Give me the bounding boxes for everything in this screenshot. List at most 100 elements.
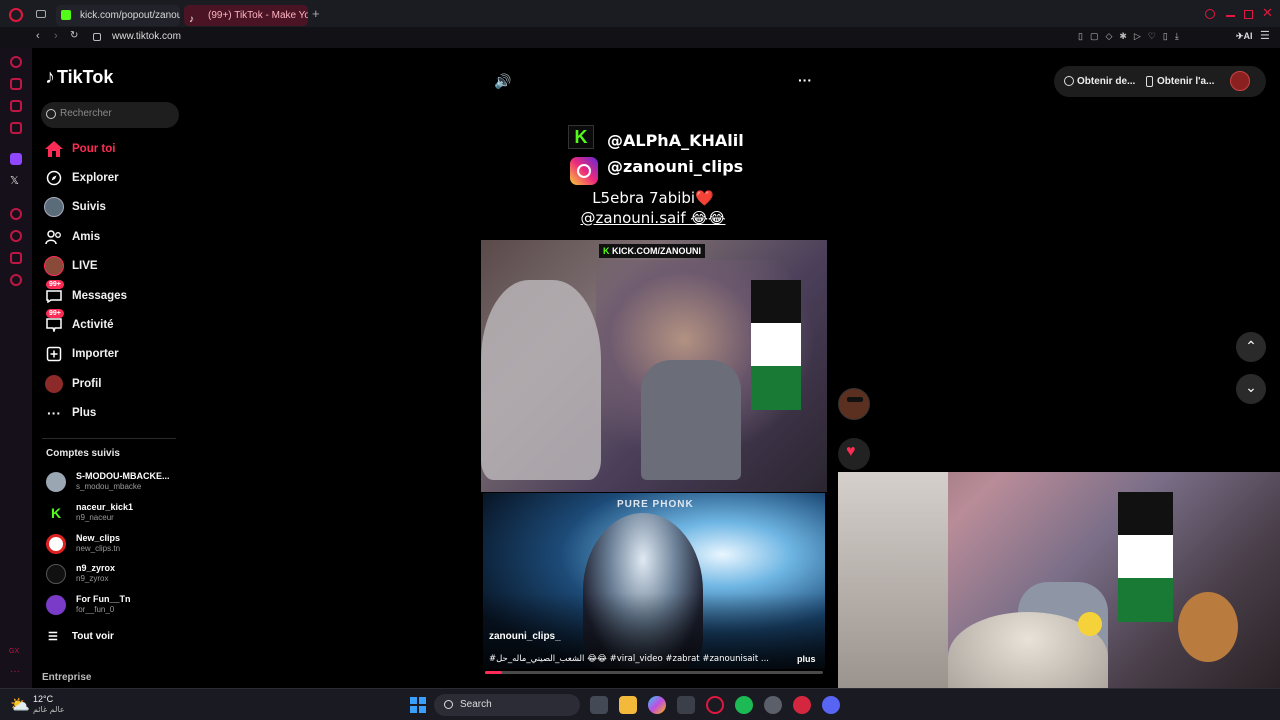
weather-icon[interactable]: ⛅ <box>10 695 30 715</box>
creator-avatar[interactable] <box>838 388 870 420</box>
nav-messages[interactable]: 99+ Messages <box>42 280 192 310</box>
address-bar: ‹ › ↻ www.tiktok.com ▯▢◇✱▷♡▯⤓ ✈AI ☰ <box>0 27 1280 48</box>
get-coins-button[interactable]: Obtenir de... <box>1064 71 1135 91</box>
company-link[interactable]: Entreprise <box>42 672 91 683</box>
like-button[interactable]: ♥ <box>838 438 870 470</box>
caption-line-1: L5ebra 7abibi❤️ <box>592 189 714 207</box>
next-video-button[interactable]: ⌄ <box>1236 374 1266 404</box>
home-icon <box>42 137 66 161</box>
following-item[interactable]: New_clips new_clips.tn <box>44 530 194 558</box>
nav-pour-toi[interactable]: Pour toi <box>42 135 192 163</box>
nav-suivis[interactable]: Suivis <box>42 193 192 221</box>
overlay-handle-instagram: @zanouni_clips <box>607 157 744 176</box>
aria-icon[interactable] <box>10 56 22 68</box>
progress-bar[interactable] <box>485 671 823 674</box>
following-handle: new_clips.tn <box>76 544 121 553</box>
following-handle: for__fun_0 <box>76 605 115 614</box>
ai-button[interactable]: ✈AI <box>1236 31 1253 42</box>
more-dots-icon[interactable]: ··· <box>10 666 20 677</box>
file-explorer-icon[interactable] <box>619 696 637 714</box>
kick-avatar-icon: K <box>46 503 66 523</box>
task-view-icon[interactable] <box>590 696 608 714</box>
windows-start-icon[interactable] <box>410 697 426 713</box>
new-tab-icon[interactable]: + <box>312 6 320 21</box>
get-app-button[interactable]: Obtenir l'a... <box>1146 71 1214 91</box>
flag-graphic <box>751 280 801 410</box>
chevron-down-icon: ⌄ <box>1245 379 1257 395</box>
nav-activite[interactable]: 99+ Activité <box>42 309 192 339</box>
browser-tab-bar: kick.com/popout/zanouni/ ♪ (99+) TikTok … <box>0 0 1280 30</box>
back-icon[interactable]: ‹ <box>36 30 40 42</box>
search-input[interactable]: Rechercher <box>41 102 179 128</box>
gaming-chair <box>641 360 741 480</box>
following-item[interactable]: n9_zyrox n9_zyrox <box>44 560 194 588</box>
search-placeholder: Rechercher <box>60 108 112 119</box>
settings-icon[interactable] <box>10 274 22 286</box>
menu-icon[interactable]: ☰ <box>1260 29 1270 42</box>
opera-logo-icon[interactable] <box>9 8 23 22</box>
tab-kick[interactable]: kick.com/popout/zanouni/ <box>56 5 180 26</box>
spotify-icon[interactable] <box>735 696 753 714</box>
nav-label: Profil <box>72 378 102 390</box>
bag-icon[interactable] <box>10 78 22 90</box>
maximize-icon[interactable] <box>1244 10 1253 19</box>
store-icon[interactable] <box>677 696 695 714</box>
previous-video-button[interactable]: ⌃ <box>1236 332 1266 362</box>
reload-icon[interactable]: ↻ <box>70 30 78 41</box>
nav-profil[interactable]: Profil <box>42 370 192 398</box>
history-icon[interactable] <box>10 230 22 242</box>
copilot-icon[interactable] <box>648 696 666 714</box>
nav-live[interactable]: LIVE <box>42 252 192 280</box>
get-coins-label: Obtenir de... <box>1077 75 1136 87</box>
tab-tiktok[interactable]: ♪ (99+) TikTok - Make Yo <box>184 5 308 26</box>
nav-amis[interactable]: Amis <box>42 223 192 251</box>
see-all-link[interactable]: ☰ Tout voir <box>48 630 114 643</box>
taskbar-search[interactable]: Search <box>434 694 580 716</box>
coin-icon <box>1064 76 1074 86</box>
forward-icon[interactable]: › <box>54 30 58 42</box>
messenger-icon[interactable] <box>10 100 22 112</box>
x-icon[interactable]: 𝕏 <box>10 174 19 187</box>
video-frame-bottom[interactable]: PURE PHONK zanouni_clips_ #الشعب_الصيني_… <box>483 493 825 669</box>
video-frame-top[interactable]: K KICK.COM/ZANOUNI <box>481 240 827 492</box>
tiktok-logo[interactable]: ♪ TikTok <box>45 66 113 89</box>
nav-label: Amis <box>72 231 101 243</box>
camera-icon[interactable] <box>10 122 22 134</box>
messages-badge: 99+ <box>46 280 64 289</box>
player-icon[interactable] <box>10 208 22 220</box>
following-item[interactable]: S-MODOU-MBACKE... s_modou_mbacke <box>44 468 194 496</box>
workspaces-icon[interactable] <box>36 10 46 18</box>
see-more-link[interactable]: plus <box>797 654 816 664</box>
minimize-icon[interactable] <box>1226 15 1235 17</box>
twitch-icon[interactable] <box>10 153 22 165</box>
steam-icon[interactable] <box>764 696 782 714</box>
taskbar: ⛅ 12°C عالم غائم Search <box>0 688 1280 720</box>
following-handle: n9_naceur <box>76 513 114 522</box>
close-icon[interactable]: ✕ <box>1262 5 1273 21</box>
user-avatar[interactable] <box>1230 71 1250 91</box>
opera-gx-icon[interactable] <box>706 696 724 714</box>
phone-icon <box>1146 75 1153 87</box>
pip-video-window[interactable] <box>838 472 1280 688</box>
search-tabs-icon[interactable] <box>1205 9 1215 19</box>
url-field[interactable]: www.tiktok.com <box>112 31 181 42</box>
nav-plus[interactable]: ··· Plus <box>42 399 192 427</box>
following-title: Comptes suivis <box>46 448 120 459</box>
following-handle: n9_zyrox <box>76 574 109 583</box>
following-item[interactable]: For Fun__Tn for__fun_0 <box>44 591 194 619</box>
extension-icons[interactable]: ▯▢◇✱▷♡▯⤓ <box>1078 31 1186 42</box>
extensions-icon[interactable] <box>10 252 22 264</box>
overlay-handle-kick: @ALPhA_KHAlil <box>607 131 744 150</box>
video-author[interactable]: zanouni_clips_ <box>489 631 561 642</box>
discord-icon[interactable] <box>822 696 840 714</box>
messages-icon: 99+ <box>42 280 66 308</box>
volume-icon[interactable]: 🔊 <box>494 73 511 90</box>
app-icon[interactable] <box>793 696 811 714</box>
nav-explorer[interactable]: Explorer <box>42 164 192 192</box>
avatar-icon <box>42 195 66 219</box>
list-icon: ☰ <box>48 631 58 643</box>
following-item[interactable]: K naceur_kick1 n9_naceur <box>44 499 194 527</box>
more-options-icon[interactable]: ··· <box>798 72 812 88</box>
nav-importer[interactable]: Importer <box>42 340 192 368</box>
gx-icon[interactable]: GX <box>9 648 19 655</box>
